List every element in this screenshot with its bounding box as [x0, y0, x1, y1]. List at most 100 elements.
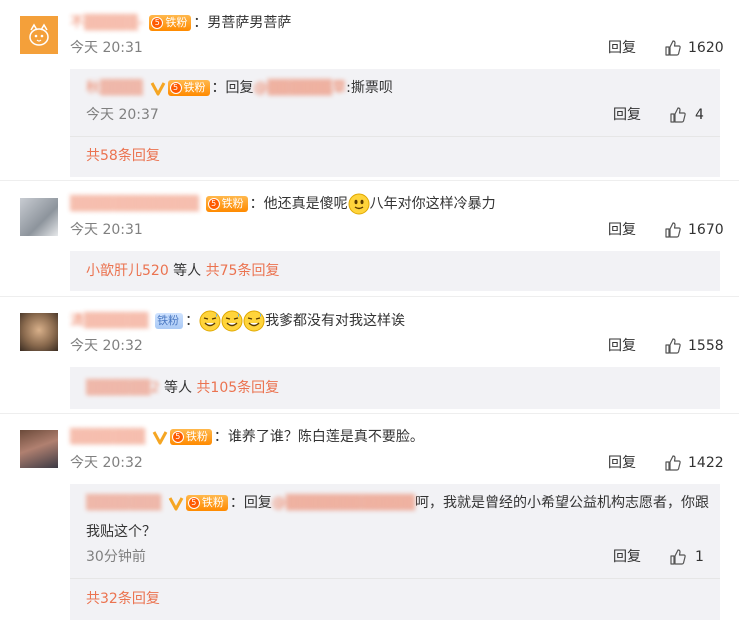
reply-thread: 秋▒▒▒▒ 5 铁粉 ：回复@▒▒▒▒▒▒草:撕票呗 今天 20:37 回复 4 …	[70, 69, 720, 177]
like-button[interactable]: 1	[669, 547, 704, 567]
avatar[interactable]	[20, 313, 58, 351]
reply-summary[interactable]: 小歆肝儿520 等人 共75条回复	[70, 251, 720, 291]
reply-prefix: 回复	[225, 80, 254, 96]
comment-text: 男菩萨男菩萨	[207, 15, 292, 31]
reply-button[interactable]: 回复	[613, 547, 641, 567]
like-count: 1	[695, 549, 704, 565]
username[interactable]: ▒▒▒▒▒▒▒	[70, 429, 145, 445]
like-button[interactable]: 1422	[664, 453, 724, 473]
verified-v-icon	[150, 82, 165, 96]
reply-button[interactable]: 回复	[608, 453, 636, 473]
comment-item: 不▒▒▒▒▒- 5 铁粉 ：男菩萨男菩萨 今天 20:31 回复 1620 秋▒▒…	[0, 0, 739, 180]
fan-level: 5	[207, 198, 220, 210]
fan-level: 5	[171, 431, 184, 443]
colon: ：	[213, 429, 228, 445]
like-count: 1620	[688, 40, 724, 56]
reply-time: 今天 20:37	[86, 107, 159, 123]
comment-item: ▒▒▒▒▒▒▒ 5 铁粉 ：谁养了谁？陈白莲是真不要脸。 今天 20:32 回复 …	[0, 414, 739, 634]
view-all-replies[interactable]: 共32条回复	[86, 589, 160, 609]
avatar[interactable]	[20, 16, 58, 54]
fan-badge[interactable]: 5 铁粉	[205, 196, 248, 212]
reply-time: 30分钟前	[86, 549, 146, 565]
reply-username[interactable]: 秋▒▒▒▒	[86, 80, 143, 96]
comment-text: 我爹都没有对我这样诶	[265, 313, 406, 329]
colon: ：	[185, 313, 200, 329]
comment-text-cont: 八年对你这样冷暴力	[369, 196, 496, 212]
reply-button[interactable]: 回复	[608, 38, 636, 58]
username[interactable]: ▒▒▒▒▒▒▒▒▒▒▒▒	[70, 196, 199, 212]
fan-badge[interactable]: 5 铁粉	[185, 495, 228, 511]
reply-username[interactable]: ▒▒▒▒▒▒▒	[86, 495, 161, 511]
reply-thread: ▒▒▒▒▒▒▒ 5 铁粉 ： 回复 @▒▒▒▒▒▒▒▒▒▒▒▒呵，我就是曾经的小希望公…	[70, 484, 720, 620]
avatar[interactable]	[20, 430, 58, 468]
thumbs-up-icon	[665, 338, 681, 354]
fan-badge[interactable]: 5 铁粉	[149, 15, 192, 31]
sweat-smile-emoji-icon	[221, 310, 243, 332]
badges: 5 铁粉	[149, 15, 192, 31]
fan-level: 5	[187, 497, 200, 509]
colon: ：	[211, 80, 226, 96]
verified-v-icon	[152, 431, 168, 445]
reply-text: :撕票呗	[346, 80, 393, 96]
fan-badge-label: 铁粉	[185, 430, 208, 443]
fan-badge-label: 铁粉	[157, 314, 180, 327]
summary-user[interactable]: 小歆肝儿520	[86, 263, 169, 279]
comment-item: 清▒▒▒▒▒▒ 铁粉 ：我爹都没有对我这样诶 今天 20:32 回复 1558 …	[0, 297, 739, 413]
sweat-smile-emoji-icon	[243, 310, 265, 332]
reply-button[interactable]: 回复	[608, 220, 636, 240]
badges: 5 铁粉	[152, 429, 212, 445]
like-count: 1670	[688, 222, 724, 238]
colon: ：	[193, 15, 208, 31]
reply-summary[interactable]: ▒▒▒▒▒▒2 等人 共105条回复	[70, 367, 720, 409]
reply-text: 呵，我就是曾经的小希望公益机构志愿者，你跟	[415, 495, 710, 511]
username[interactable]: 清▒▒▒▒▒▒	[70, 313, 149, 329]
comment-item: ▒▒▒▒▒▒▒▒▒▒▒▒ 5 铁粉 ：他还真是傻呢 八年对你这样冷暴力 今天 20:…	[0, 181, 739, 296]
summary-mid: 等人	[159, 380, 197, 396]
mention[interactable]: @▒▒▒▒▒▒草	[254, 80, 347, 96]
fan-badge[interactable]: 5 铁粉	[169, 429, 212, 445]
username[interactable]: 不▒▒▒▒▒-	[70, 15, 143, 31]
like-count: 1422	[688, 455, 724, 471]
view-all-replies[interactable]: 共58条回复	[86, 146, 160, 166]
summary-user[interactable]: ▒▒▒▒▒▒2	[86, 380, 160, 396]
fan-badge-label: 铁粉	[165, 16, 188, 29]
view-all-replies[interactable]: 共105条回复	[196, 380, 279, 396]
reply-button[interactable]: 回复	[608, 336, 636, 356]
divider	[70, 578, 720, 579]
like-count: 4	[695, 107, 704, 123]
thumbs-up-icon	[670, 549, 686, 565]
avatar-cat-icon	[20, 16, 58, 54]
badges: 5 铁粉	[150, 80, 210, 96]
comment-time: 今天 20:32	[70, 455, 143, 471]
reply-button[interactable]: 回复	[613, 105, 641, 125]
verified-v-icon	[168, 497, 184, 511]
comment-text: 他还真是傻呢	[263, 196, 348, 212]
like-button[interactable]: 4	[669, 105, 704, 125]
like-button[interactable]: 1670	[664, 220, 724, 240]
fan-badge[interactable]: 5 铁粉	[167, 80, 210, 96]
thumbs-up-icon	[670, 107, 686, 123]
fan-badge[interactable]: 铁粉	[155, 313, 184, 329]
comment-time: 今天 20:32	[70, 338, 143, 354]
comment-time: 今天 20:31	[70, 222, 143, 238]
fan-badge-label: 铁粉	[201, 496, 224, 509]
reply-text-line2: 我贴这个？	[86, 524, 156, 540]
thumbs-up-icon	[665, 40, 681, 56]
like-button[interactable]: 1620	[664, 38, 724, 58]
badges: 铁粉	[155, 313, 184, 329]
sweat-smile-emoji-icon	[199, 310, 221, 332]
fan-level: 5	[151, 17, 164, 29]
thumbs-up-icon	[665, 222, 681, 238]
colon: ：	[249, 196, 264, 212]
like-count: 1558	[688, 338, 724, 354]
avatar[interactable]	[20, 198, 58, 236]
summary-mid: 等人	[168, 263, 206, 279]
comment-text: 谁养了谁？陈白莲是真不要脸。	[227, 429, 424, 445]
like-button[interactable]: 1558	[664, 336, 724, 356]
badges: 5 铁粉	[168, 495, 228, 511]
fan-level: 5	[169, 82, 182, 94]
mention[interactable]: @▒▒▒▒▒▒▒▒▒▒▒▒	[272, 495, 415, 511]
colon: ：	[229, 495, 244, 511]
view-all-replies[interactable]: 共75条回复	[206, 263, 280, 279]
fan-badge-label: 铁粉	[221, 197, 244, 210]
